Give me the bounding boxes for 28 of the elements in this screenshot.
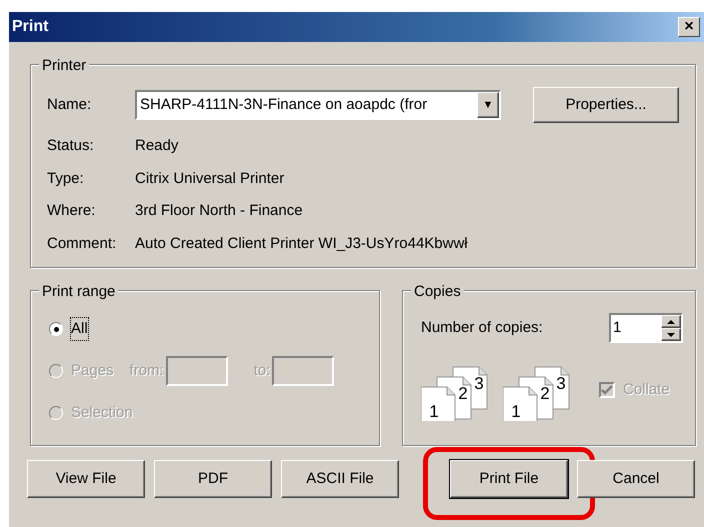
dialog-button[interactable]: View File	[27, 460, 145, 498]
spin-down-icon[interactable]	[661, 328, 681, 341]
info-label: Comment:	[47, 234, 118, 254]
copies-spinner[interactable]: 1	[609, 313, 683, 343]
radio-label[interactable]: All	[71, 318, 88, 340]
collate-pages-drawing: 1 2 3	[503, 359, 583, 421]
window-title: Print	[12, 17, 48, 37]
info-value: 3rd Floor North - Finance	[135, 201, 303, 221]
dialog-button[interactable]: PDF	[154, 460, 272, 498]
spin-up-icon[interactable]	[661, 315, 681, 328]
dialog-button[interactable]: Print File	[450, 460, 568, 498]
field-label: Number of copies:	[421, 318, 543, 338]
radio-button[interactable]	[49, 322, 63, 336]
info-value: Ready	[135, 136, 178, 156]
dropdown-value: SHARP-4111N-3N-Finance on aoapdc (fror	[139, 94, 428, 115]
spinner-value: 1	[612, 318, 622, 338]
info-value: Auto Created Client Printer WI_J3-UsYro44Kbwwł	[135, 234, 468, 254]
info-label: Where:	[47, 201, 96, 221]
dialog-button[interactable]: Cancel	[577, 460, 695, 498]
collate-pages-drawing: 1 2 3	[421, 359, 501, 421]
printer-dropdown[interactable]: SHARP-4111N-3N-Finance on aoapdc (fror ▼	[135, 90, 501, 120]
dialog-button[interactable]: ASCII File	[281, 460, 399, 498]
close-button[interactable]: ×	[678, 17, 700, 37]
info-label: Type:	[47, 168, 85, 188]
info-value: Citrix Universal Printer	[135, 168, 284, 188]
field-label: Name:	[47, 94, 92, 115]
info-label: Status:	[47, 136, 95, 156]
properties-button[interactable]: Properties...	[533, 87, 679, 123]
